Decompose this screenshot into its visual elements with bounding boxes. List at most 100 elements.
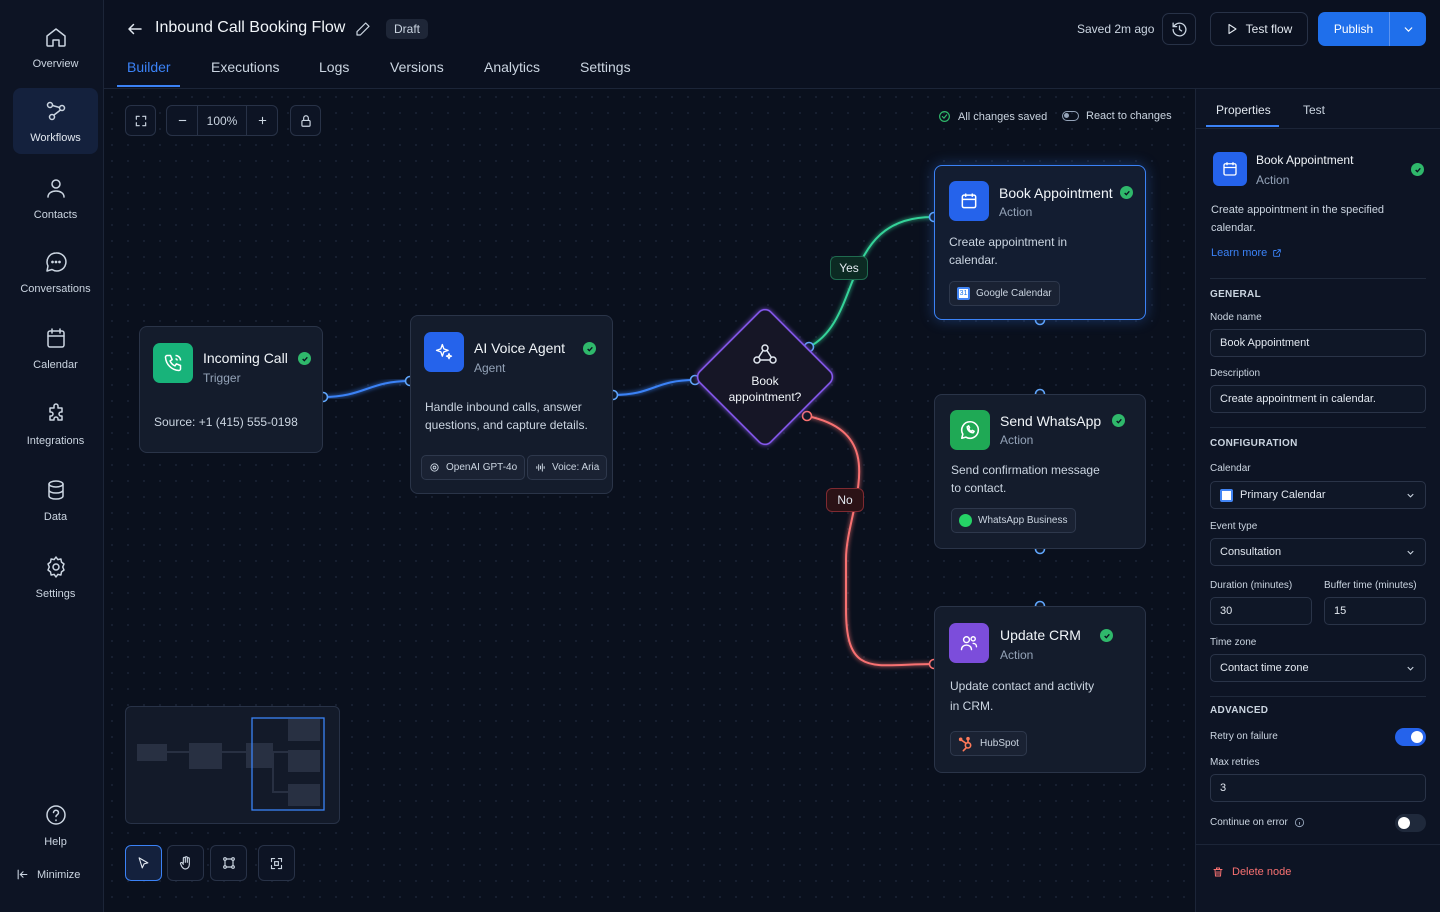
hand-tool-button[interactable] [167, 845, 204, 881]
tab-settings[interactable]: Settings [580, 59, 631, 75]
nav-item-calendar[interactable]: Calendar [13, 315, 98, 381]
event-type-select[interactable]: Consultation [1210, 538, 1426, 566]
hand-icon [179, 856, 190, 870]
event-type-value: Consultation [1220, 546, 1282, 558]
tab-divider [1196, 128, 1440, 129]
node-description-1: Create appointment in [949, 235, 1068, 249]
node-name-input[interactable]: Book Appointment [1210, 329, 1426, 357]
node-description: Source: +1 (415) 555-0198 [154, 415, 298, 429]
focus-button[interactable] [258, 845, 295, 881]
continue-on-error-toggle[interactable] [1395, 814, 1426, 832]
minimize-label: Minimize [37, 868, 81, 881]
calendar-icon [1213, 152, 1247, 186]
description-label: Description [1210, 368, 1261, 379]
node-description-1: Handle inbound calls, answer [425, 400, 582, 414]
whatsapp-icon [950, 410, 990, 450]
workflow-canvas[interactable]: 100% All changes saved React to changes [104, 89, 1195, 912]
pencil-icon[interactable] [355, 21, 371, 37]
nav-item-contacts[interactable]: Contacts [13, 165, 98, 231]
nav-item-data[interactable]: Data [13, 467, 98, 533]
history-icon [1171, 21, 1186, 37]
chat-icon [45, 251, 67, 272]
timezone-value: Contact time zone [1220, 662, 1309, 674]
nav-item-conversations[interactable]: Conversations [13, 239, 98, 305]
tab-executions[interactable]: Executions [211, 59, 279, 75]
edge-label-yes[interactable]: Yes [830, 256, 868, 280]
event-type-label: Event type [1210, 521, 1258, 532]
calendar-select[interactable]: Primary Calendar [1210, 481, 1426, 509]
history-button[interactable] [1162, 13, 1196, 45]
nav-label: Conversations [20, 282, 91, 295]
node-update-crm[interactable]: Update CRM Action Update contact and act… [934, 606, 1146, 773]
nav-item-settings[interactable]: Settings [13, 544, 98, 610]
continue-label: Continue on error [1210, 817, 1288, 828]
nav-item-integrations[interactable]: Integrations [13, 391, 98, 457]
select-tool-button[interactable] [125, 845, 162, 881]
node-title: AI Voice Agent [474, 340, 566, 356]
nav-label: Help [44, 835, 67, 848]
node-title: Book Appointment [999, 185, 1113, 201]
tab-logs[interactable]: Logs [319, 59, 349, 75]
chevron-down-icon [1407, 550, 1414, 555]
node-book-appointment[interactable]: Book Appointment Action Create appointme… [934, 165, 1146, 320]
minimize-button[interactable]: Minimize [16, 868, 80, 881]
chip-label: WhatsApp Business [978, 515, 1068, 526]
node-ai-voice-agent[interactable]: AI Voice Agent Agent Handle inbound call… [410, 315, 613, 494]
check-icon [583, 342, 596, 355]
node-send-whatsapp[interactable]: Send WhatsApp Action Send confirmation m… [934, 394, 1146, 549]
panel-node-subtitle: Action [1256, 173, 1290, 187]
description-input[interactable]: Create appointment in calendar. [1210, 385, 1426, 413]
publish-button[interactable]: Publish [1318, 12, 1426, 46]
tab-properties[interactable]: Properties [1216, 103, 1271, 117]
nav-label: Settings [35, 587, 76, 600]
status-badge: Draft [386, 19, 429, 39]
back-arrow-icon[interactable] [126, 20, 144, 38]
learn-more-link[interactable]: Learn more [1211, 247, 1282, 259]
tab-versions[interactable]: Versions [390, 59, 444, 75]
publish-label[interactable]: Publish [1318, 12, 1390, 46]
tab-test[interactable]: Test [1303, 103, 1325, 117]
nav-item-overview[interactable]: Overview [13, 14, 98, 80]
user-icon [46, 178, 65, 198]
waveform-icon [536, 463, 545, 472]
chip-label: Google Calendar [976, 288, 1052, 299]
nav-label: Contacts [33, 208, 78, 221]
users-icon [949, 623, 989, 663]
nav-item-help[interactable]: Help [13, 792, 98, 858]
decision-node[interactable]: Book appointment? [715, 343, 815, 405]
node-subtitle: Trigger [203, 371, 241, 385]
retry-toggle[interactable] [1395, 728, 1426, 746]
publish-dropdown[interactable] [1390, 12, 1426, 46]
minimap-preview [137, 717, 325, 811]
openai-icon [430, 463, 439, 472]
duration-input[interactable]: 30 [1210, 597, 1312, 625]
timezone-select[interactable]: Contact time zone [1210, 654, 1426, 682]
node-title: Send WhatsApp [1000, 413, 1102, 429]
nav-label: Data [43, 510, 68, 523]
branch-icon [753, 344, 777, 364]
edge-label-no[interactable]: No [826, 488, 864, 512]
buffer-input[interactable]: 15 [1324, 597, 1426, 625]
node-description-2: calendar. [949, 253, 998, 267]
node-incoming-call[interactable]: Incoming Call Trigger Source: +1 (415) 5… [139, 326, 323, 453]
pointer-icon [138, 856, 149, 868]
tab-builder[interactable]: Builder [127, 59, 171, 75]
auto-layout-button[interactable] [210, 845, 247, 881]
header: Inbound Call Booking Flow Draft Saved 2m… [104, 0, 1440, 89]
chevron-down-icon [1404, 26, 1412, 32]
divider [1196, 844, 1440, 845]
properties-panel: Properties Test Book Appointment Action … [1195, 89, 1440, 912]
minimap[interactable] [125, 706, 340, 824]
max-retries-input[interactable]: 3 [1210, 774, 1426, 802]
node-title: Incoming Call [203, 350, 288, 366]
test-flow-button[interactable]: Test flow [1210, 12, 1308, 46]
tab-analytics[interactable]: Analytics [484, 59, 540, 75]
help-icon [45, 804, 66, 825]
delete-node-button[interactable]: Delete node [1212, 866, 1291, 878]
database-icon [47, 479, 64, 500]
node-subtitle: Action [1000, 648, 1034, 662]
info-icon[interactable] [1294, 817, 1305, 828]
layout-icon [222, 857, 235, 869]
nav-item-workflows[interactable]: Workflows [13, 88, 98, 154]
chevron-down-icon [1407, 666, 1414, 671]
